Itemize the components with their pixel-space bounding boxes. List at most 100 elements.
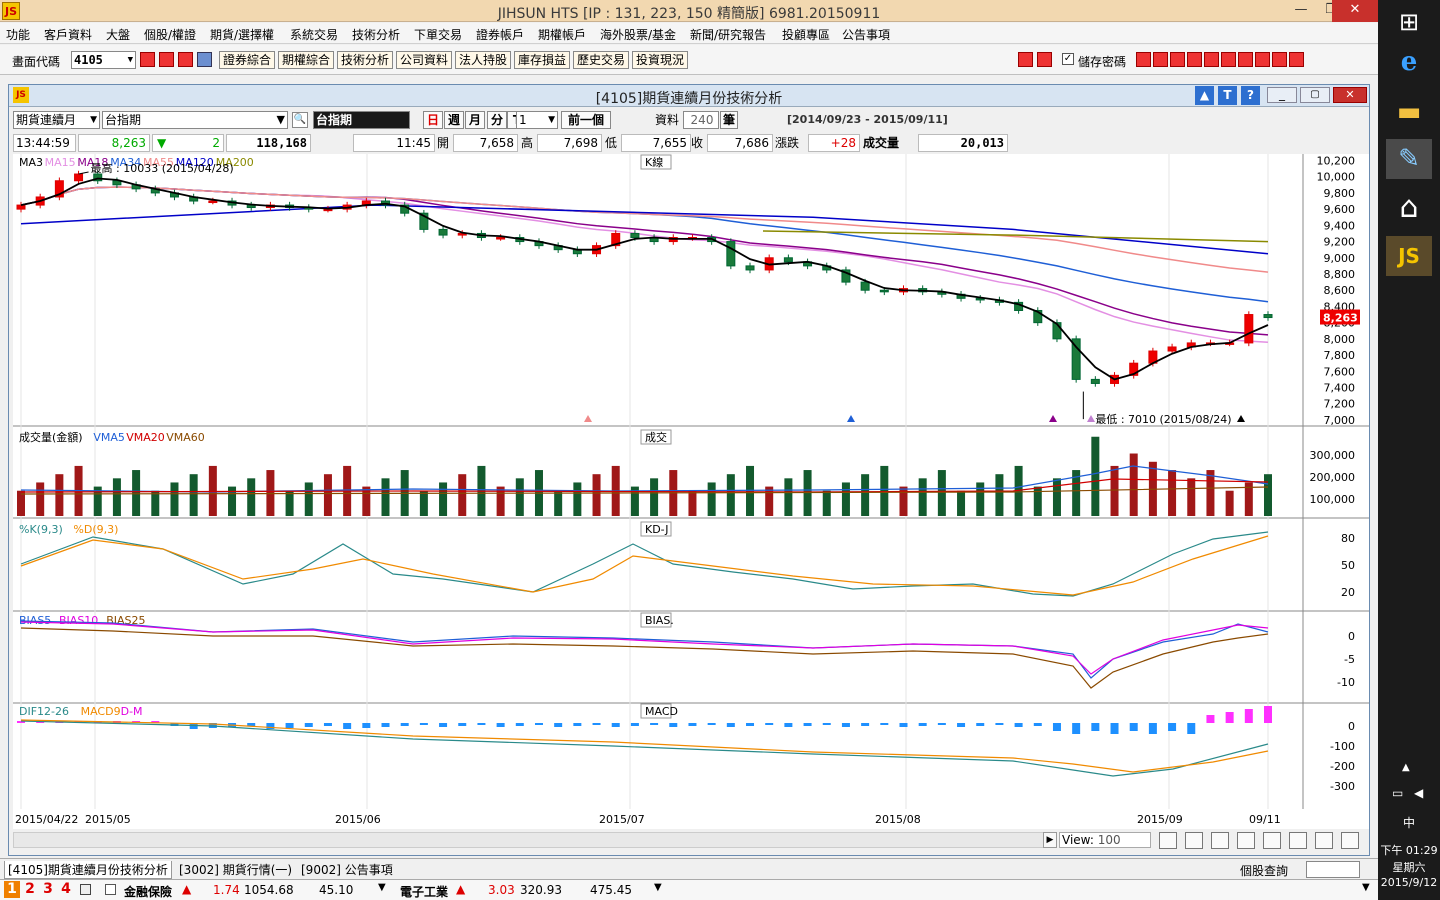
menu-item[interactable]: 功能 (6, 26, 30, 43)
back-icon[interactable] (1018, 52, 1033, 67)
list-icon[interactable] (1187, 52, 1202, 67)
view-field[interactable]: View: 100 (1059, 832, 1151, 848)
window-icon[interactable] (159, 52, 174, 67)
forward-icon[interactable] (1037, 52, 1052, 67)
menu-item[interactable]: 個股/權證 (144, 26, 196, 43)
data-count-input[interactable]: 240 (683, 111, 719, 129)
interval-select[interactable]: 1 ▼ (516, 111, 558, 129)
menu-item[interactable]: 下單交易 (414, 26, 462, 43)
tool-icon[interactable] (1255, 52, 1270, 67)
ime-indicator[interactable]: 中 (1378, 814, 1440, 831)
tray-chevron-icon[interactable]: ▲ (1402, 762, 1410, 773)
cross-icon[interactable] (1153, 52, 1168, 67)
text-icon[interactable] (1204, 52, 1219, 67)
export-icon[interactable] (1289, 52, 1304, 67)
stock-query-input[interactable] (1306, 861, 1360, 878)
page-number-button[interactable]: 4 (58, 881, 74, 898)
chevron-down-icon[interactable]: ▼ (548, 112, 555, 128)
horizontal-scrollbar[interactable] (13, 832, 1045, 848)
gear-icon[interactable] (1341, 832, 1359, 849)
help-icon[interactable]: ? (1241, 86, 1260, 105)
chevron-down-icon[interactable]: ▼ (1362, 882, 1370, 893)
jihsun-app-icon[interactable]: JS (1386, 236, 1432, 276)
windows-start-icon[interactable]: ⊞ (1386, 2, 1432, 42)
chart-area[interactable]: MA3 MA15 MA18 MA34 MA55 MA120 MA200 K線 成交量(金額) VM… (13, 154, 1369, 814)
menu-item[interactable]: 客戶資料 (44, 26, 92, 43)
menu-item[interactable]: 系統交易 (290, 26, 338, 43)
window-tab[interactable]: [4105]期貨連續月份技術分析 (4, 861, 172, 879)
chevron-down-icon[interactable]: ▼ (128, 52, 133, 68)
menu-item[interactable]: 期權帳戶 (538, 26, 586, 43)
period-button[interactable]: 分 (487, 111, 507, 129)
file-explorer-icon[interactable]: ▬ (1386, 92, 1432, 132)
page-number-button[interactable]: 3 (40, 881, 56, 898)
speaker-icon[interactable]: ◀ (1414, 786, 1423, 800)
sub-close-button[interactable]: ✕ (1333, 87, 1367, 103)
dropdown-icon[interactable] (197, 52, 212, 67)
print-icon[interactable] (1170, 52, 1185, 67)
menu-item[interactable]: 大盤 (106, 26, 130, 43)
toolbar-button[interactable]: 技術分析 (337, 51, 394, 69)
prev-button[interactable]: 前一個 (561, 111, 611, 129)
chart-icon[interactable] (1238, 52, 1253, 67)
lock-icon[interactable] (80, 884, 91, 895)
period-button[interactable]: 日 (423, 111, 443, 129)
chevron-down-icon[interactable]: ▼ (654, 882, 662, 893)
page-number-button[interactable]: 2 (22, 881, 38, 898)
product-select[interactable]: 期貨連續月 ▼ (13, 111, 100, 129)
candle-icon[interactable] (1159, 832, 1177, 849)
home-icon[interactable]: ⌂ (1386, 188, 1432, 228)
grid-icon[interactable] (1272, 52, 1287, 67)
status-checkbox[interactable] (105, 884, 116, 895)
chevron-down-icon[interactable]: ▼ (90, 112, 97, 128)
triangle-up-icon[interactable]: ▲ (1195, 86, 1214, 105)
internet-explorer-icon[interactable]: e (1386, 42, 1432, 82)
text-icon[interactable]: T (1218, 86, 1237, 105)
settings-icon[interactable] (1237, 832, 1255, 849)
data-unit-button[interactable]: 筆 (720, 111, 738, 129)
window-tab[interactable]: [3002] 期貨行情(一) (176, 861, 295, 878)
save-password-checkbox[interactable]: ✓ (1062, 53, 1074, 65)
menu-item[interactable]: 投顧專區 (782, 26, 830, 43)
scroll-right-icon[interactable]: ▶ (1043, 832, 1057, 848)
paint-icon[interactable]: ✎ (1386, 139, 1432, 179)
network-icon[interactable]: ▭ (1392, 786, 1403, 800)
palette-icon[interactable] (1185, 832, 1203, 849)
tool-icon[interactable] (1211, 832, 1229, 849)
close-button[interactable]: ✕ (1332, 0, 1378, 22)
table-icon[interactable] (1289, 832, 1307, 849)
menu-item[interactable]: 證券帳戶 (476, 26, 524, 43)
menu-item[interactable]: 新聞/研究報告 (690, 26, 766, 43)
menu-item[interactable]: 技術分析 (352, 26, 400, 43)
toolbar-button[interactable]: 期權綜合 (278, 51, 335, 69)
sub-maximize-button[interactable]: ▢ (1300, 87, 1330, 103)
chevron-down-icon[interactable]: ▼ (378, 882, 386, 893)
toolbar-button[interactable]: 投資現況 (632, 51, 689, 69)
page-number-button[interactable]: 1 (4, 881, 20, 898)
window-icon[interactable] (1263, 832, 1281, 849)
sub-minimize-button[interactable]: _ (1267, 87, 1297, 103)
toolbar-button[interactable]: 歷史交易 (573, 51, 630, 69)
minimize-button[interactable]: — (1286, 0, 1316, 22)
pen-icon[interactable] (1136, 52, 1151, 67)
search-icon[interactable] (140, 52, 155, 67)
edit-icon[interactable] (1221, 52, 1236, 67)
window-tab[interactable]: [9002] 公告事項 (298, 861, 396, 878)
toolbar-button[interactable]: 法人持股 (455, 51, 512, 69)
menu-item[interactable]: 海外股票/基金 (600, 26, 676, 43)
screen-code-input[interactable]: 4105 ▼ (71, 51, 136, 69)
search-icon[interactable]: 🔍 (292, 112, 308, 128)
symbol-input[interactable]: 台指期 ▼ (102, 111, 288, 129)
technical-chart[interactable]: MA3 MA15 MA18 MA34 MA55 MA120 MA200 K線成交量(金額) VM… (13, 154, 1369, 809)
tool-icon[interactable] (178, 52, 193, 67)
toolbar-button[interactable]: 庫存損益 (514, 51, 571, 69)
toolbar-button[interactable]: 公司資料 (396, 51, 453, 69)
pen-icon[interactable] (1315, 832, 1333, 849)
chevron-down-icon[interactable]: ▼ (277, 112, 285, 128)
period-button[interactable]: 週 (444, 111, 464, 129)
menu-item[interactable]: 期貨/選擇權 (210, 26, 274, 43)
menu-item[interactable]: 公告事項 (842, 26, 890, 43)
period-button[interactable]: 月 (465, 111, 485, 129)
toolbar-button[interactable]: 證券綜合 (219, 51, 276, 69)
clock-time[interactable]: 下午 01:29 (1378, 842, 1440, 858)
